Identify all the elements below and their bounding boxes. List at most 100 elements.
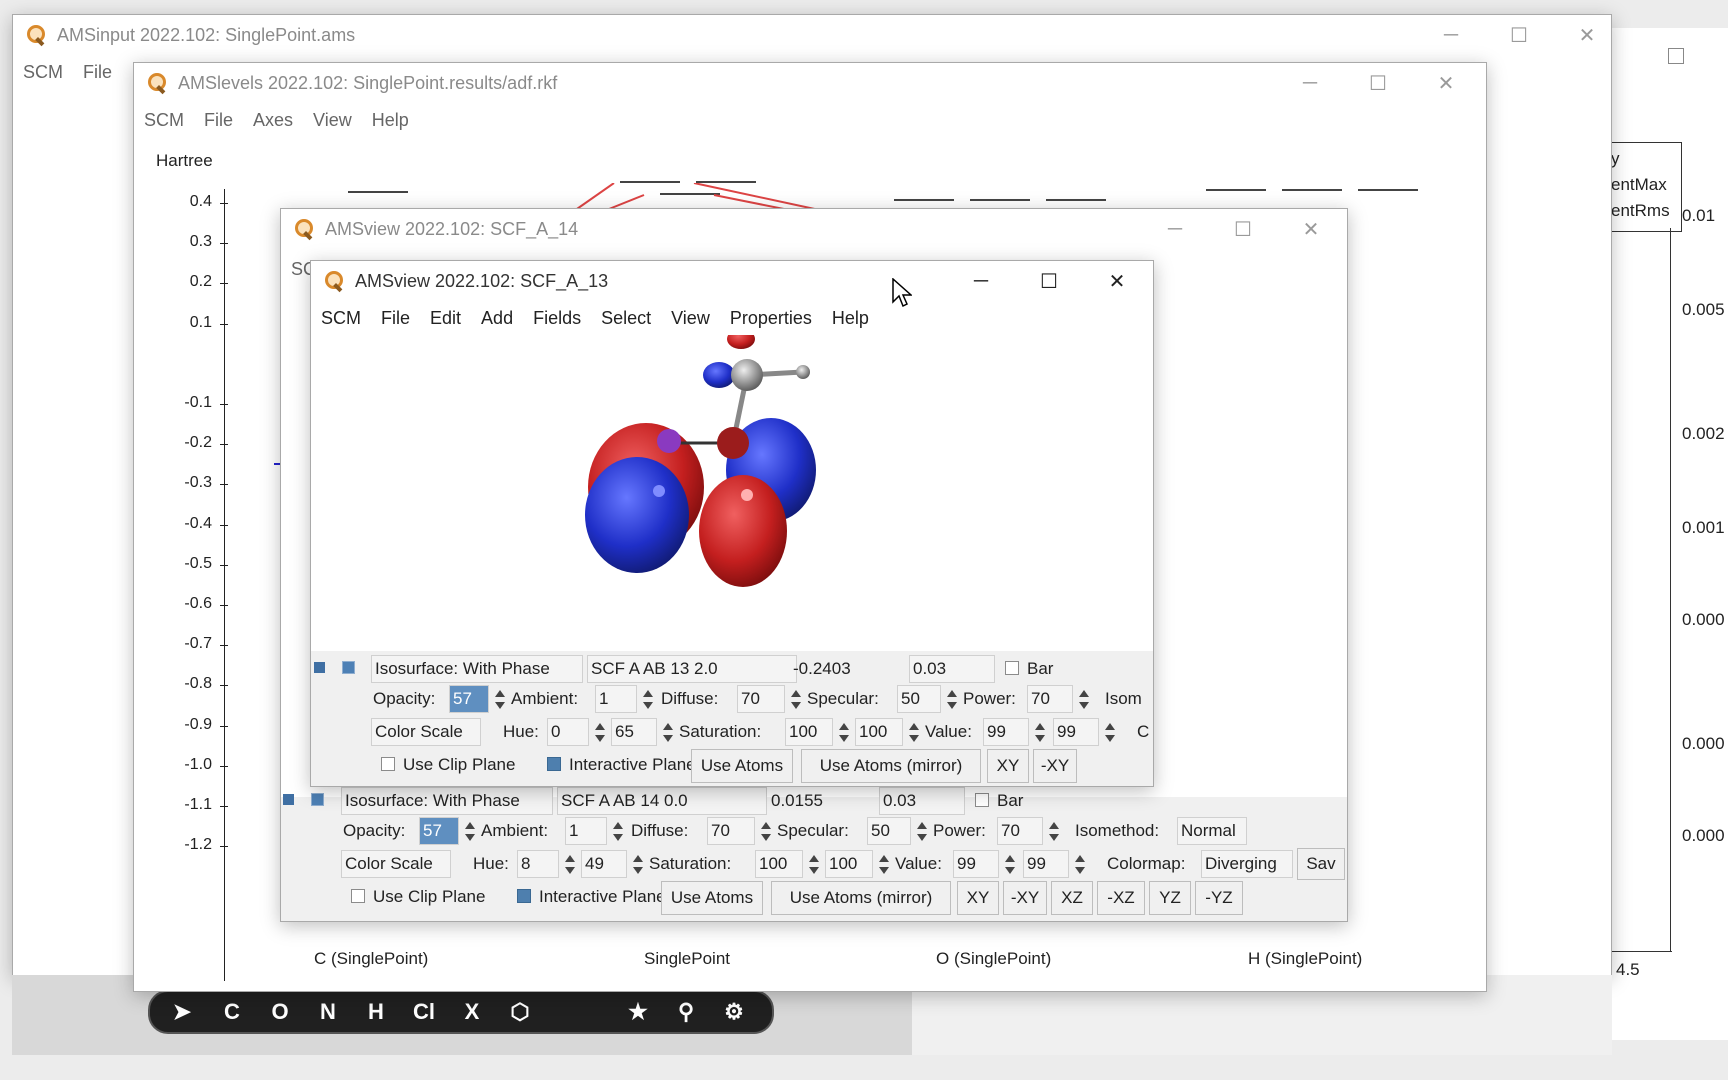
value-min-spinner[interactable] bbox=[1003, 852, 1017, 878]
minimize-icon[interactable]: ─ bbox=[1141, 209, 1209, 249]
hue-min-spinner[interactable] bbox=[593, 720, 607, 746]
menu-file[interactable]: File bbox=[381, 308, 410, 329]
plane-yz-button[interactable]: YZ bbox=[1149, 881, 1191, 915]
menu-file[interactable]: File bbox=[204, 110, 233, 131]
menu-add[interactable]: Add bbox=[481, 308, 513, 329]
menu-fields[interactable]: Fields bbox=[533, 308, 581, 329]
ambient-input[interactable]: 1 bbox=[595, 685, 637, 713]
power-spinner[interactable] bbox=[1047, 819, 1061, 845]
opacity-spinner[interactable] bbox=[493, 687, 507, 713]
pointer-icon[interactable]: ➤ bbox=[164, 992, 200, 1032]
plane-neg-xz-button[interactable]: -XZ bbox=[1097, 881, 1145, 915]
menu-help[interactable]: Help bbox=[832, 308, 869, 329]
ambient-spinner[interactable] bbox=[641, 687, 655, 713]
clip-plane-checkbox[interactable] bbox=[351, 889, 365, 903]
ambient-input[interactable]: 1 bbox=[565, 817, 607, 845]
diffuse-input[interactable]: 70 bbox=[707, 817, 755, 845]
clip-plane-checbox[interactable] bbox=[381, 757, 395, 771]
menu-help[interactable]: Help bbox=[372, 110, 409, 131]
plane-neg-yz-button[interactable]: -YZ bbox=[1195, 881, 1243, 915]
hue-min-input[interactable]: 8 bbox=[517, 850, 559, 878]
star-icon[interactable]: ★ bbox=[620, 992, 656, 1032]
visibility-toggle[interactable] bbox=[314, 662, 325, 673]
hue-max-spinner[interactable] bbox=[631, 852, 645, 878]
bar-checkbox[interactable] bbox=[975, 793, 989, 807]
close-icon[interactable]: ✕ bbox=[1553, 15, 1611, 55]
maximize-icon[interactable]: ☐ bbox=[1485, 15, 1553, 55]
save-button[interactable]: Sav bbox=[1297, 848, 1345, 880]
value-min-input[interactable]: 99 bbox=[953, 850, 999, 878]
magnifier-icon[interactable]: ⚲ bbox=[668, 992, 704, 1032]
select-toggle[interactable] bbox=[342, 661, 355, 674]
color-scale-select[interactable]: Color Scale bbox=[371, 718, 481, 746]
value-max-input[interactable]: 99 bbox=[1023, 850, 1069, 878]
menu-scm[interactable]: SCM bbox=[23, 62, 63, 83]
power-spinner[interactable] bbox=[1077, 687, 1091, 713]
colormap-select[interactable]: Diverging bbox=[1201, 850, 1293, 878]
plane-xy-button[interactable]: XY bbox=[957, 881, 999, 915]
minimize-icon[interactable]: ─ bbox=[1276, 63, 1344, 103]
hue-max-input[interactable]: 49 bbox=[581, 850, 627, 878]
saturation-max-input[interactable]: 100 bbox=[855, 718, 903, 746]
tool-oxygen[interactable]: O bbox=[262, 992, 298, 1032]
menu-properties[interactable]: Properties bbox=[730, 308, 812, 329]
isovalue-input[interactable]: 0.03 bbox=[909, 655, 995, 683]
visibility-toggle[interactable] bbox=[283, 794, 294, 805]
tool-nitrogen[interactable]: N bbox=[310, 992, 346, 1032]
tool-element-picker[interactable]: X bbox=[454, 992, 490, 1032]
opacity-spinner[interactable] bbox=[463, 819, 477, 845]
isosurface-type[interactable]: Isosurface: With Phase bbox=[371, 655, 583, 683]
plane-neg-xy-button[interactable]: -XY bbox=[1033, 749, 1077, 783]
saturation-min-input[interactable]: 100 bbox=[785, 718, 833, 746]
ambient-spinner[interactable] bbox=[611, 819, 625, 845]
tool-hydrogen[interactable]: H bbox=[358, 992, 394, 1032]
hue-min-spinner[interactable] bbox=[563, 852, 577, 878]
menu-select[interactable]: Select bbox=[601, 308, 651, 329]
diffuse-input[interactable]: 70 bbox=[737, 685, 785, 713]
amsinput-titlebar[interactable]: AMSinput 2022.102: SinglePoint.ams bbox=[13, 15, 1611, 55]
color-scale-select[interactable]: Color Scale bbox=[341, 850, 451, 878]
tool-carbon[interactable]: C bbox=[214, 992, 250, 1032]
close-icon[interactable]: ✕ bbox=[1412, 63, 1480, 103]
power-input[interactable]: 70 bbox=[997, 817, 1043, 845]
value-max-spinner[interactable] bbox=[1103, 720, 1117, 746]
use-atoms-button[interactable]: Use Atoms bbox=[691, 749, 793, 783]
menu-view[interactable]: View bbox=[313, 110, 352, 131]
saturation-max-input[interactable]: 100 bbox=[825, 850, 873, 878]
specular-input[interactable]: 50 bbox=[897, 685, 941, 713]
use-atoms-mirror-button[interactable]: Use Atoms (mirror) bbox=[771, 881, 951, 915]
plane-xz-button[interactable]: XZ bbox=[1051, 881, 1093, 915]
hue-min-input[interactable]: 0 bbox=[547, 718, 589, 746]
specular-spinner[interactable] bbox=[915, 819, 929, 845]
ring-icon[interactable]: ⬡ bbox=[502, 992, 538, 1032]
maximize-icon-bg[interactable] bbox=[1668, 48, 1684, 64]
isovalue-input[interactable]: 0.03 bbox=[879, 787, 965, 815]
value-max-spinner[interactable] bbox=[1073, 852, 1087, 878]
saturation-max-spinner[interactable] bbox=[877, 852, 891, 878]
gear-icon[interactable]: ⚙ bbox=[716, 992, 752, 1032]
isosurface-type[interactable]: Isosurface: With Phase bbox=[341, 787, 553, 815]
plane-neg-xy-button[interactable]: -XY bbox=[1003, 881, 1047, 915]
opacity-input[interactable]: 57 bbox=[449, 685, 489, 713]
hue-max-spinner[interactable] bbox=[661, 720, 675, 746]
menu-scm[interactable]: SCM bbox=[321, 308, 361, 329]
viewport-13[interactable] bbox=[311, 335, 1153, 651]
use-atoms-button[interactable]: Use Atoms bbox=[661, 881, 763, 915]
diffuse-spinner[interactable] bbox=[759, 819, 773, 845]
plane-xy-button[interactable]: XY bbox=[987, 749, 1029, 783]
opacity-input[interactable]: 57 bbox=[419, 817, 459, 845]
isomethod-select[interactable]: Normal bbox=[1177, 817, 1247, 845]
power-input[interactable]: 70 bbox=[1027, 685, 1073, 713]
field-name[interactable]: SCF A AB 14 0.0 bbox=[557, 787, 767, 815]
menu-scm[interactable]: SCM bbox=[144, 110, 184, 131]
value-min-input[interactable]: 99 bbox=[983, 718, 1029, 746]
diffuse-spinner[interactable] bbox=[789, 687, 803, 713]
close-icon[interactable]: ✕ bbox=[1277, 209, 1345, 249]
value-min-spinner[interactable] bbox=[1033, 720, 1047, 746]
interactive-plane-checkbox[interactable] bbox=[547, 757, 561, 771]
menu-edit[interactable]: Edit bbox=[430, 308, 461, 329]
menu-view[interactable]: View bbox=[671, 308, 710, 329]
saturation-min-input[interactable]: 100 bbox=[755, 850, 803, 878]
maximize-icon[interactable]: ☐ bbox=[1015, 261, 1083, 301]
maximize-icon[interactable]: ☐ bbox=[1344, 63, 1412, 103]
